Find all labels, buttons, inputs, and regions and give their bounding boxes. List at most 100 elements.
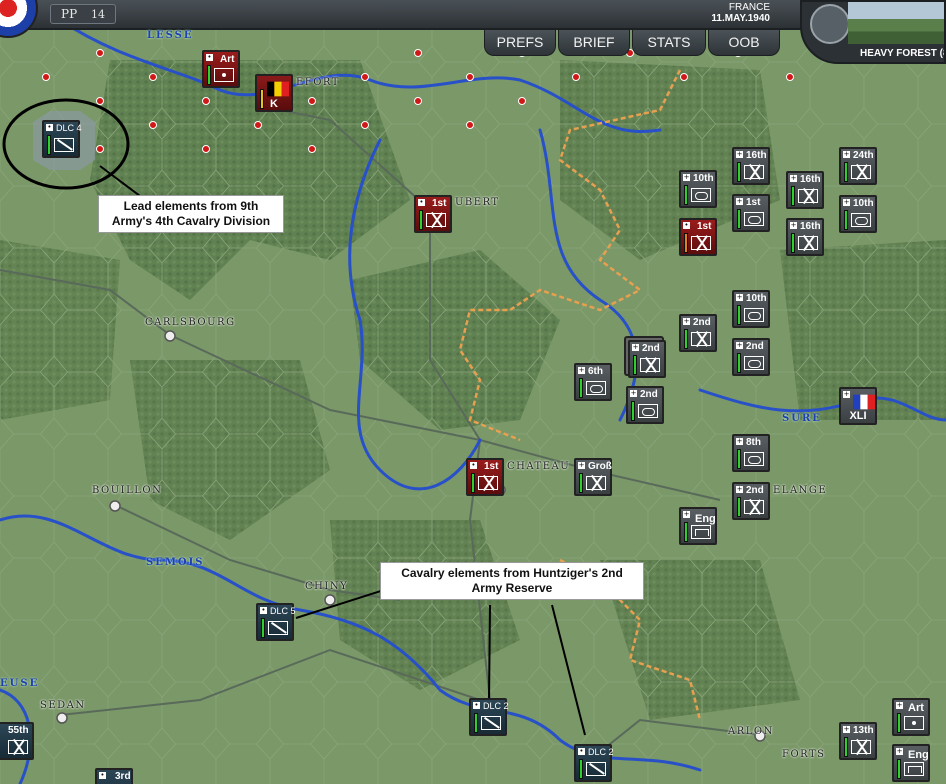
unit-strength-bar	[47, 135, 51, 155]
terrain-panel: HEAVY FOREST (8	[800, 0, 946, 64]
unit-counter[interactable]: + 10th	[839, 195, 877, 233]
unit-counter[interactable]: • Art	[202, 50, 240, 88]
unit-counter[interactable]: + 6th	[574, 363, 612, 401]
unit-type-marker-icon: +	[736, 341, 743, 349]
unit-counter[interactable]: + 2nd	[732, 482, 770, 520]
unit-type-marker-icon: +	[736, 437, 743, 445]
unit-counter[interactable]: + 16th	[786, 171, 824, 209]
unit-type-marker-icon: •	[683, 221, 690, 229]
unit-counter[interactable]: + 2nd	[626, 386, 664, 424]
unit-counter[interactable]: + 1st	[732, 194, 770, 232]
motorized-icon	[586, 381, 606, 395]
brief-button[interactable]: BRIEF	[558, 30, 630, 56]
motorized-icon	[851, 213, 871, 227]
unit-type-marker-icon: +	[843, 198, 850, 206]
unit-counter[interactable]: • 1st	[679, 218, 717, 256]
unit-label: 55th	[8, 725, 29, 736]
unit-type-marker-icon: •	[473, 701, 480, 709]
unit-label: 10th	[693, 173, 714, 184]
unit-counter[interactable]: • DLC 5	[256, 603, 296, 641]
unit-label: Art	[220, 54, 235, 65]
unit-strength-bar	[737, 209, 741, 229]
unit-counter[interactable]: + Art	[892, 698, 930, 736]
motorized-icon	[691, 188, 711, 202]
unit-counter[interactable]: + 10th	[732, 290, 770, 328]
unit-counter[interactable]: • 3rd	[95, 768, 133, 784]
unit-strength-bar	[633, 355, 637, 375]
gear-icon[interactable]	[810, 4, 850, 44]
unit-type-marker-icon: +	[790, 221, 797, 229]
unit-strength-bar	[791, 186, 795, 206]
unit-counter[interactable]: + Groß	[574, 458, 612, 496]
unit-label: DLC 5	[270, 606, 296, 616]
unit-type-marker-icon: +	[843, 390, 850, 398]
unit-counter[interactable]: • 1st	[466, 458, 504, 496]
nation-name: FRANCE	[728, 2, 770, 13]
infantry-icon	[478, 476, 498, 490]
unit-strength-bar	[737, 449, 741, 469]
unit-counter[interactable]: + 2nd	[732, 338, 770, 376]
unit-label: 16th	[800, 221, 821, 232]
unit-label: DLC 2	[588, 747, 614, 757]
infantry-icon	[798, 189, 818, 203]
unit-counter[interactable]: + 10th	[679, 170, 717, 208]
unit-counter[interactable]: • DLC 4	[42, 120, 82, 158]
unit-type-marker-icon: •	[99, 771, 106, 779]
unit-label: K	[270, 98, 278, 110]
city-neufchateau: CHATEAU	[507, 461, 571, 472]
stats-button[interactable]: STATS	[632, 30, 706, 56]
motorized-icon	[638, 404, 658, 418]
unit-type-marker-icon: +	[632, 343, 639, 351]
unit-counter[interactable]: • 1st	[414, 195, 452, 233]
unit-label: 16th	[800, 174, 821, 185]
infantry-icon	[586, 476, 606, 490]
unit-type-marker-icon: +	[736, 150, 743, 158]
unit-label: 1st	[746, 197, 761, 208]
unit-counter[interactable]: + 13th	[839, 722, 877, 760]
oob-button[interactable]: OOB	[708, 30, 780, 56]
infantry-icon	[744, 165, 764, 179]
city-libramont: EFORT	[296, 77, 340, 88]
unit-counter[interactable]: + 2nd	[679, 314, 717, 352]
unit-strength-bar	[844, 737, 848, 757]
infantry-icon	[640, 358, 660, 372]
unit-label: 10th	[746, 293, 767, 304]
unit-label: 24th	[853, 150, 874, 161]
unit-type-marker-icon: •	[206, 53, 213, 61]
production-points: PP 14	[50, 4, 116, 24]
unit-counter[interactable]: + 16th	[732, 147, 770, 185]
unit-counter[interactable]: + 2nd	[628, 340, 666, 378]
terrain-label: HEAVY FOREST (8	[860, 48, 946, 59]
cavalry-icon	[54, 138, 74, 152]
artillery-icon	[214, 68, 234, 82]
unit-counter[interactable]: + 24th	[839, 147, 877, 185]
unit-label: 16th	[746, 150, 767, 161]
unit-label: DLC 4	[56, 123, 82, 133]
unit-counter[interactable]: • DLC 2	[469, 698, 509, 736]
unit-label: Groß	[588, 461, 612, 472]
prefs-button[interactable]: PREFS	[484, 30, 556, 56]
unit-counter[interactable]: + 8th	[732, 434, 770, 472]
cavalry-icon	[481, 716, 501, 730]
unit-counter[interactable]: + Eng	[892, 744, 930, 782]
unit-type-marker-icon: +	[843, 150, 850, 158]
hex-map[interactable]	[0, 0, 946, 784]
unit-strength-bar	[579, 378, 583, 398]
unit-counter[interactable]: • DLC 2	[574, 744, 614, 782]
unit-strength-bar	[737, 305, 741, 325]
unit-strength-bar	[684, 329, 688, 349]
infantry-icon	[691, 332, 711, 346]
unit-counter[interactable]: 55th	[0, 722, 34, 760]
unit-strength-bar	[631, 401, 635, 421]
city-bouillon: BOUILLON	[92, 485, 163, 496]
unit-type-marker-icon: +	[683, 510, 690, 518]
unit-counter[interactable]: K	[255, 74, 293, 112]
unit-label: 2nd	[746, 341, 764, 352]
unit-counter[interactable]: + 16th	[786, 218, 824, 256]
unit-counter[interactable]: + XLI	[839, 387, 877, 425]
engineer-icon	[691, 525, 711, 539]
unit-type-marker-icon: +	[578, 461, 585, 469]
unit-type-marker-icon: +	[843, 725, 850, 733]
belgian-flag-icon	[267, 81, 289, 97]
unit-counter[interactable]: + Eng	[679, 507, 717, 545]
